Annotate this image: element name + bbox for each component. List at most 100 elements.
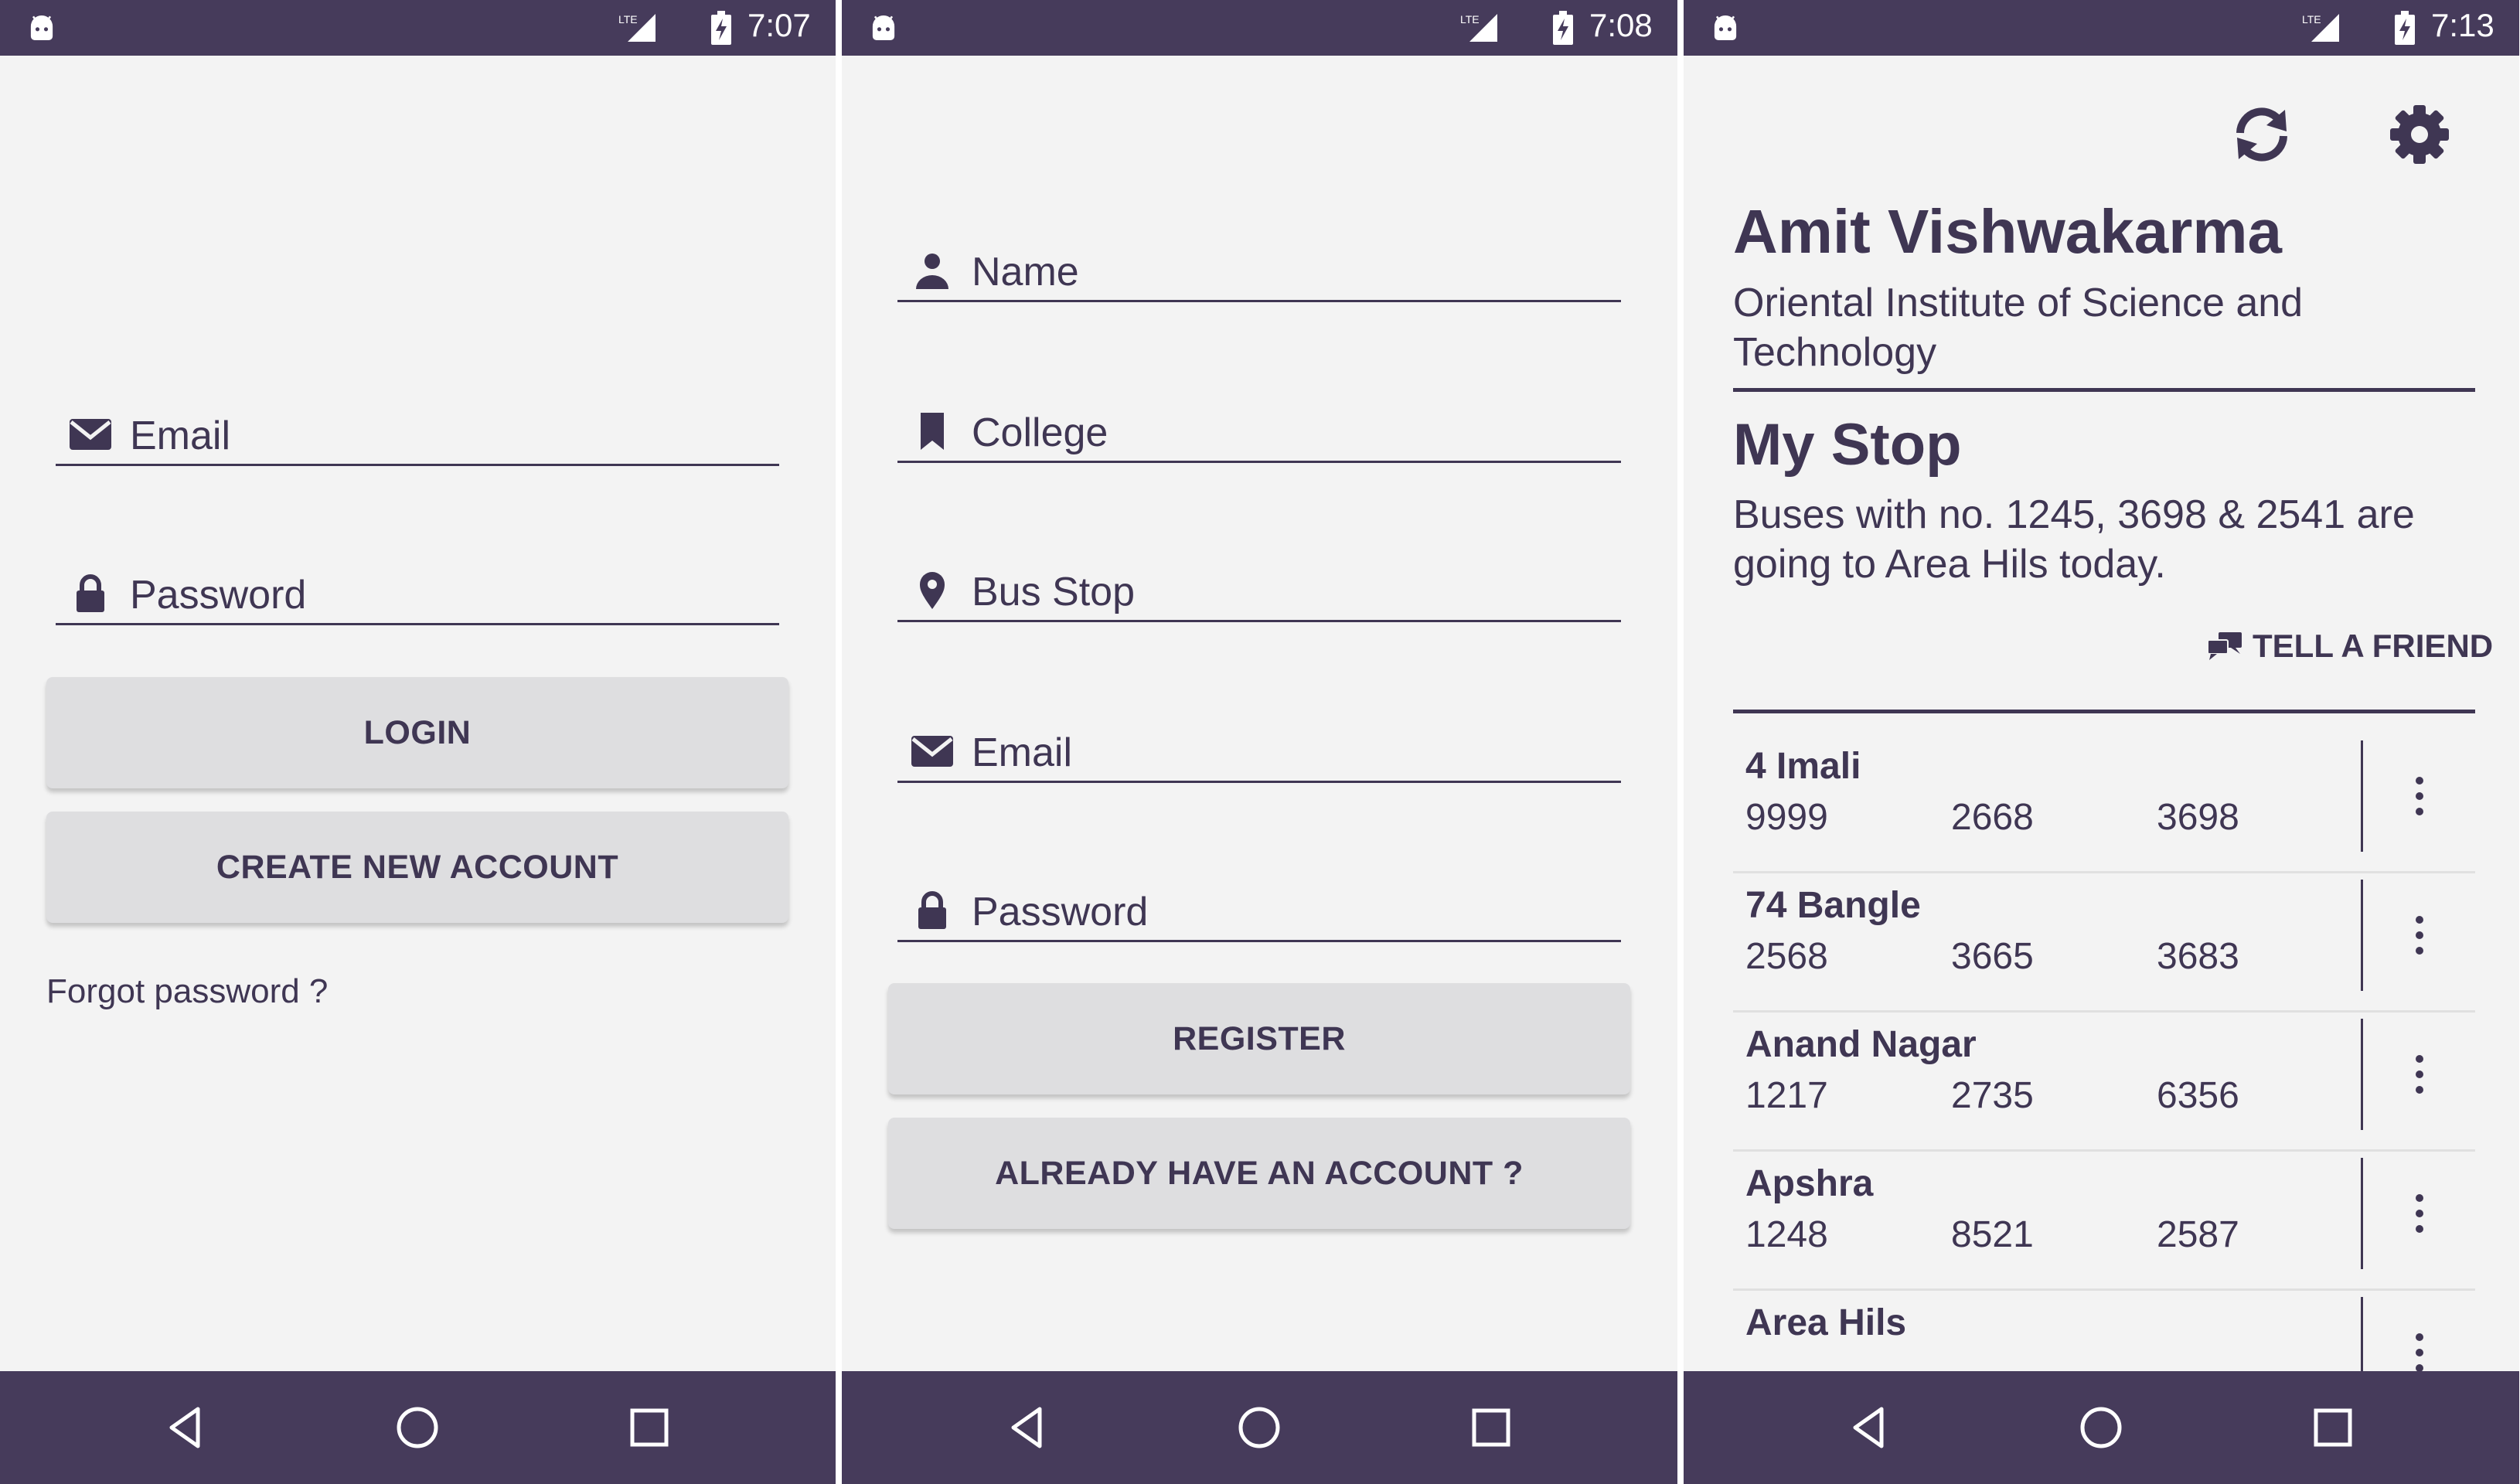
user-college: Oriental Institute of Science and Techno… — [1733, 281, 2304, 375]
more-vert-icon[interactable] — [2410, 912, 2429, 958]
row-separator — [2361, 880, 2363, 991]
back-icon[interactable] — [1843, 1401, 1895, 1454]
home-screen: LTE 7:13 Amit Vishwakarma Oriental Insti… — [1684, 0, 2519, 1484]
lte-signal-icon: LTE — [618, 13, 656, 42]
email-field[interactable]: Email — [56, 397, 779, 466]
bus-number: 2568 — [1745, 936, 1828, 977]
list-divider — [1733, 710, 2475, 713]
college-field[interactable]: College — [897, 394, 1621, 463]
envelope-icon — [70, 419, 111, 450]
bus-number: 6356 — [2157, 1075, 2239, 1116]
recent-apps-icon[interactable] — [1465, 1401, 1517, 1454]
lock-icon — [77, 574, 104, 612]
refresh-icon[interactable] — [2229, 102, 2294, 167]
battery-charging-icon — [1553, 11, 1573, 45]
bus-number: 1248 — [1745, 1214, 1828, 1255]
email-label: Email — [130, 414, 231, 458]
bus-number: 9999 — [1745, 797, 1828, 838]
recent-apps-icon[interactable] — [623, 1401, 676, 1454]
stop-name: 74 Bangle — [1745, 885, 1921, 926]
status-bar: LTE 7:07 — [0, 0, 836, 56]
login-button[interactable]: LOGIN — [46, 677, 788, 788]
list-item[interactable]: 74 Bangle 2568 3665 3683 — [1733, 873, 2475, 1013]
stop-name: Anand Nagar — [1745, 1024, 1977, 1065]
stop-name: Area Hils — [1745, 1302, 1907, 1343]
list-item[interactable]: Apshra 1248 8521 2587 — [1733, 1152, 2475, 1291]
stop-name: Apshra — [1745, 1163, 1874, 1204]
svg-text:LTE: LTE — [2302, 13, 2321, 26]
back-icon[interactable] — [159, 1401, 212, 1454]
more-vert-icon[interactable] — [2410, 1190, 2429, 1237]
more-vert-icon[interactable] — [2410, 1329, 2429, 1376]
battery-charging-icon — [2395, 11, 2415, 45]
android-icon — [30, 15, 53, 40]
register-button[interactable]: REGISTER — [888, 983, 1630, 1094]
navigation-bar — [1684, 1371, 2519, 1484]
password-label: Password — [130, 573, 307, 618]
lte-signal-icon: LTE — [1460, 13, 1497, 42]
settings-gear-icon[interactable] — [2387, 102, 2452, 167]
email-label: Email — [972, 730, 1073, 775]
lock-icon — [918, 891, 946, 929]
status-bar: LTE 7:13 — [1684, 0, 2519, 56]
battery-charging-icon — [711, 11, 731, 45]
navigation-bar — [842, 1371, 1677, 1484]
user-name: Amit Vishwakarma — [1733, 197, 2282, 266]
bus-number: 2668 — [1951, 797, 2034, 838]
bus-number: 2587 — [2157, 1214, 2239, 1255]
bus-stop-field[interactable]: Bus Stop — [897, 553, 1621, 622]
bus-number: 2735 — [1951, 1075, 2034, 1116]
college-label: College — [972, 410, 1108, 455]
password-label: Password — [972, 890, 1149, 934]
header-divider — [1733, 388, 2475, 392]
my-stop-message: Buses with no. 1245, 3698 & 2541 are goi… — [1733, 492, 2415, 587]
home-icon[interactable] — [2075, 1401, 2127, 1454]
more-vert-icon[interactable] — [2410, 1051, 2429, 1098]
stop-name: 4 Imali — [1745, 746, 1861, 787]
bus-number: 8521 — [1951, 1214, 2034, 1255]
register-screen: LTE 7:08 Name College Bus Stop Email Pas… — [842, 0, 1677, 1484]
status-time: 7:07 — [747, 7, 811, 43]
list-item[interactable]: 4 Imali 9999 2668 3698 — [1733, 734, 2475, 873]
recent-apps-icon[interactable] — [2307, 1401, 2359, 1454]
bus-stop-list: 4 Imali 9999 2668 3698 74 Bangle 2568 36… — [1733, 734, 2475, 1430]
status-time: 7:13 — [2431, 7, 2494, 43]
password-field[interactable]: Password — [897, 873, 1621, 942]
status-time: 7:08 — [1589, 7, 1653, 43]
password-field[interactable]: Password — [56, 556, 779, 625]
my-stop-title: My Stop — [1733, 412, 1962, 478]
person-icon — [916, 254, 948, 289]
create-account-button[interactable]: CREATE NEW ACCOUNT — [46, 812, 788, 923]
bus-stop-label: Bus Stop — [972, 570, 1136, 614]
row-separator — [2361, 1019, 2363, 1130]
more-vert-icon[interactable] — [2410, 773, 2429, 819]
location-pin-icon — [920, 572, 945, 609]
home-icon[interactable] — [391, 1401, 444, 1454]
svg-text:LTE: LTE — [618, 13, 638, 26]
lte-signal-icon: LTE — [2302, 13, 2339, 42]
status-bar: LTE 7:08 — [842, 0, 1677, 56]
list-item[interactable]: Anand Nagar 1217 2735 6356 — [1733, 1013, 2475, 1152]
row-separator — [2361, 1158, 2363, 1269]
tell-a-friend-label: TELL A FRIEND — [2253, 628, 2494, 664]
bus-number: 3683 — [2157, 936, 2239, 977]
forgot-password-link[interactable]: Forgot password ? — [46, 972, 328, 1011]
row-separator — [2361, 740, 2363, 852]
bus-number: 3665 — [1951, 936, 2034, 977]
already-have-account-button[interactable]: ALREADY HAVE AN ACCOUNT ? — [888, 1118, 1630, 1229]
name-label: Name — [972, 250, 1079, 294]
android-icon — [1714, 15, 1737, 40]
bus-number: 3698 — [2157, 797, 2239, 838]
navigation-bar — [0, 1371, 836, 1484]
tell-a-friend-button[interactable]: TELL A FRIEND — [2206, 623, 2493, 669]
chat-bubbles-icon — [2207, 632, 2242, 660]
back-icon[interactable] — [1001, 1401, 1054, 1454]
android-icon — [872, 15, 895, 40]
bookmark-icon — [921, 413, 944, 450]
login-screen: LTE 7:07 Email Password LOGIN CREATE NEW… — [0, 0, 836, 1484]
svg-text:LTE: LTE — [1460, 13, 1480, 26]
bus-number: 1217 — [1745, 1075, 1828, 1116]
home-icon[interactable] — [1233, 1401, 1286, 1454]
name-field[interactable]: Name — [897, 233, 1621, 302]
email-field[interactable]: Email — [897, 714, 1621, 783]
